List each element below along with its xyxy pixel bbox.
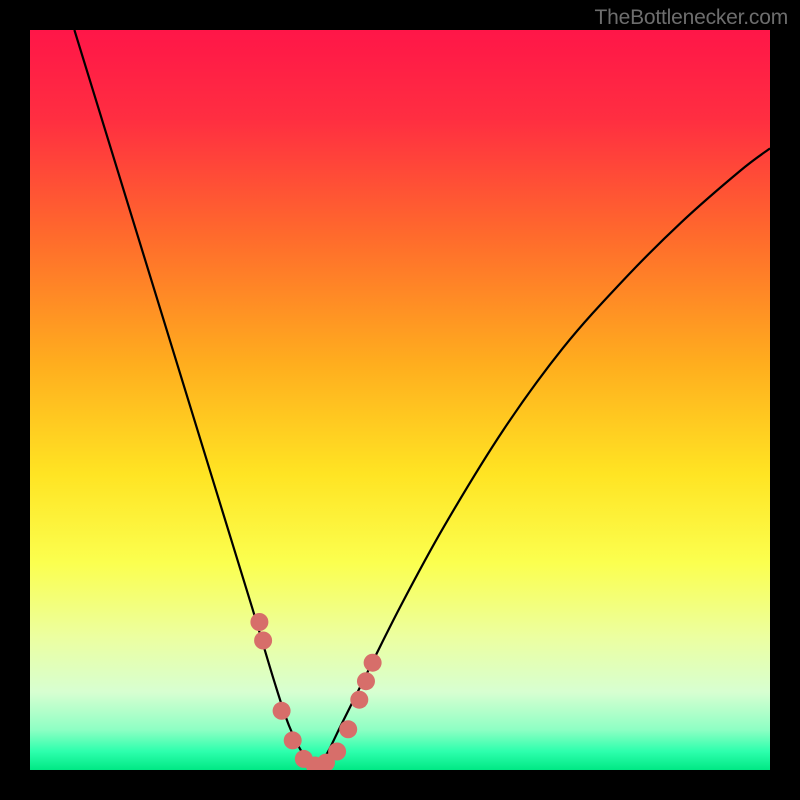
plot-area bbox=[30, 30, 770, 770]
chart-frame: TheBottlenecker.com bbox=[0, 0, 800, 800]
watermark-text: TheBottlenecker.com bbox=[595, 6, 788, 30]
highlight-dot bbox=[284, 731, 302, 749]
bottleneck-curve bbox=[74, 30, 770, 766]
highlight-dots bbox=[250, 613, 381, 770]
highlight-dot bbox=[273, 702, 291, 720]
highlight-dot bbox=[339, 720, 357, 738]
highlight-dot bbox=[364, 654, 382, 672]
chart-svg bbox=[30, 30, 770, 770]
highlight-dot bbox=[254, 632, 272, 650]
highlight-dot bbox=[250, 613, 268, 631]
highlight-dot bbox=[350, 691, 368, 709]
highlight-dot bbox=[328, 743, 346, 761]
highlight-dot bbox=[357, 672, 375, 690]
